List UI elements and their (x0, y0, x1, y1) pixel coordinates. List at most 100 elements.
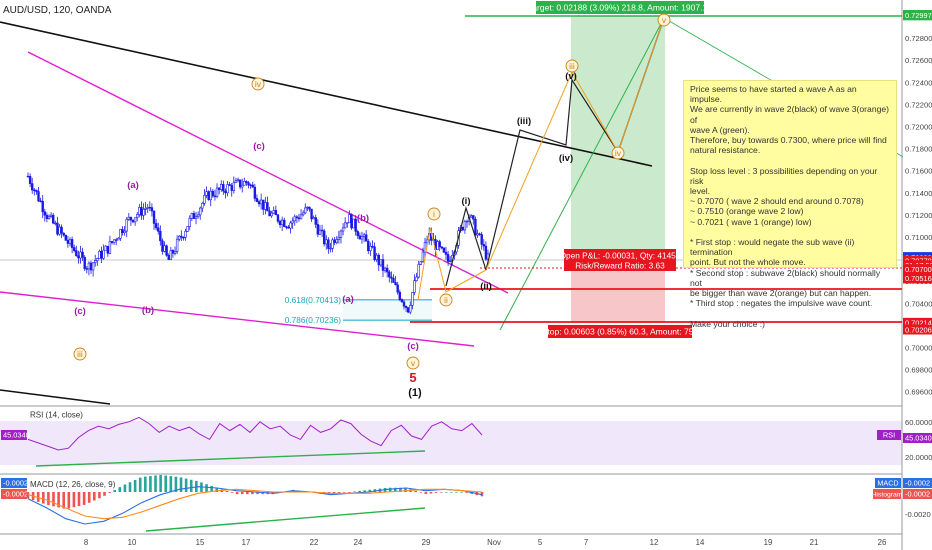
candle-body (392, 277, 395, 283)
candle-body (94, 260, 97, 264)
price-tick: 0.71400 (905, 189, 932, 198)
time-label: 17 (242, 538, 251, 547)
time-label: 19 (764, 538, 773, 547)
candle-body (100, 250, 103, 259)
candle-body (398, 291, 401, 300)
macd-hist-bar (138, 477, 142, 492)
candle-body (335, 239, 338, 244)
note-line: * Third stop : negates the impulsive wav… (690, 298, 873, 309)
time-label: 7 (584, 538, 588, 547)
candle-body (85, 268, 89, 270)
candle-body (402, 301, 406, 307)
candle-body (49, 214, 53, 217)
price-tag-label: 0.72997 (905, 11, 932, 20)
candle-body (77, 255, 80, 259)
wave-label: iii (77, 349, 83, 359)
candle-body (60, 226, 63, 234)
candle-body (440, 246, 443, 249)
candle-body (26, 175, 30, 178)
candle-body (87, 262, 91, 270)
price-tick: 0.72800 (905, 34, 932, 43)
candle-body (442, 247, 446, 253)
price-axis[interactable]: 0.72800 0.72600 0.72400 0.72200 0.72000 0.718… (903, 0, 932, 550)
note-line: wave A (green). (690, 124, 750, 135)
macd-hist-bar (159, 474, 162, 492)
candle-body (415, 276, 418, 281)
candle-body (83, 256, 86, 269)
candle-body (312, 217, 315, 220)
fib-zone (343, 300, 432, 320)
candle-body (146, 206, 149, 209)
candle-body (54, 222, 57, 225)
candle-body (41, 200, 44, 213)
candle-body (28, 176, 32, 184)
time-label: Nov (487, 538, 501, 547)
macd-hist-bar (108, 492, 111, 493)
candle-body (45, 214, 49, 219)
hist-tag-label: -0.0002 (905, 490, 930, 499)
candle-body (278, 220, 282, 226)
candle-body (121, 229, 124, 234)
candle-body (413, 280, 416, 293)
macd-hist-bar (353, 491, 356, 493)
candle-body (241, 184, 244, 188)
candle-body (175, 238, 179, 252)
candle-body (43, 211, 47, 216)
price-tag-label: 0.70206 (905, 325, 932, 334)
macd-hist-bar (62, 492, 66, 509)
candle-body (110, 241, 114, 243)
candle-body (404, 305, 408, 308)
note-line: * Second stop : subwave 2(black) should … (690, 267, 881, 288)
candle-body (188, 218, 191, 227)
candle-body (423, 242, 427, 253)
wave-label: (i) (462, 196, 471, 207)
candle-body (184, 231, 187, 238)
macd-hist-bar (67, 492, 71, 509)
candle-body (270, 212, 273, 217)
price-tick: 0.72400 (905, 78, 932, 87)
black-wave-path (445, 205, 487, 287)
candle-body (444, 251, 448, 255)
time-label: 24 (354, 538, 363, 547)
symbol-title: AUD/USD, 120, OANDA (3, 5, 112, 16)
time-label: 14 (696, 538, 705, 547)
candle-body (306, 206, 309, 209)
macd-hist-bar (123, 484, 127, 492)
candle-body (421, 251, 425, 263)
macd-hist-bar (98, 492, 101, 499)
price-tick: 0.71000 (905, 233, 932, 242)
macd-hist-bar (133, 479, 137, 492)
candle-body (297, 217, 301, 220)
macd-hist-bar (414, 490, 417, 492)
wave-label: (b) (142, 305, 154, 316)
time-label: 21 (810, 538, 819, 547)
candle-body (96, 258, 99, 261)
candle-body (484, 245, 488, 260)
candle-body (377, 254, 380, 266)
candle-body (154, 223, 158, 229)
wave-label: (c) (253, 141, 265, 152)
candle-body (230, 185, 233, 191)
candle-body (196, 214, 200, 218)
wave-label: ii (444, 295, 448, 305)
price-tick: 0.70000 (905, 344, 932, 353)
macd-hist-bar (189, 479, 193, 492)
price-tick: 0.69800 (905, 366, 932, 375)
macd-hist-bar (429, 492, 433, 494)
analysis-note[interactable]: Price seems to have started a wave A as … (683, 80, 897, 329)
candle-body (476, 233, 479, 236)
candle-body (341, 227, 345, 232)
time-label: 8 (84, 538, 88, 547)
price-tick: 0.72000 (905, 123, 932, 132)
rsi-tick: 20.0000 (905, 453, 932, 462)
rsi-tag-label: 45.0340 (905, 434, 932, 443)
hist-value: -0.0002 (3, 490, 28, 499)
candle-body (346, 222, 349, 224)
target-zone (571, 16, 665, 268)
note-line (690, 308, 890, 318)
wave-label: (c) (74, 306, 86, 317)
time-axis[interactable]: 8 10 15 17 22 24 29 Nov 5 7 12 14 19 21 26 (84, 538, 887, 547)
note-line: point. But not the whole move. (690, 257, 806, 268)
macd-hist-bar (169, 476, 173, 492)
note-line: ~ 0.7070 ( wave 2 should end around 0.70… (690, 196, 864, 207)
